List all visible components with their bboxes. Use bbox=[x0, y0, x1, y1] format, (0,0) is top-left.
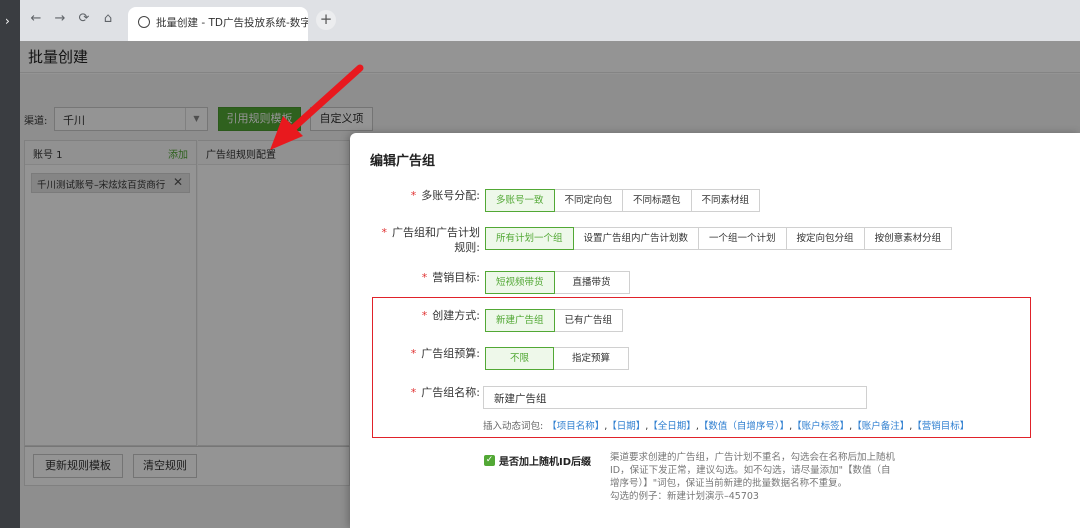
help-line: 增序号）】"词包，保证当前新建的批量数据名称不重复。 bbox=[610, 478, 848, 489]
option-different-titles[interactable]: 不同标题包 bbox=[623, 189, 692, 212]
group-rule-label: * 广告组和广告计划 规则: bbox=[350, 225, 481, 255]
annotation-highlight-box bbox=[372, 297, 1031, 438]
reload-icon[interactable]: ⟳ bbox=[76, 11, 92, 27]
random-id-checkbox[interactable]: ✓ bbox=[484, 455, 495, 466]
help-line: 渠道要求创建的广告组，广告计划不重名，勾选会在名称后加上随机 bbox=[610, 452, 896, 463]
forward-icon[interactable]: → bbox=[52, 11, 68, 27]
chevron-right-icon: › bbox=[5, 14, 10, 28]
option-plans-per-group[interactable]: 设置广告组内广告计划数 bbox=[573, 227, 700, 250]
group-rule-label-line2: 规则: bbox=[454, 241, 480, 254]
marketing-goal-label: * 营销目标: bbox=[350, 270, 480, 285]
option-live-stream[interactable]: 直播带货 bbox=[554, 271, 630, 294]
option-different-targeting[interactable]: 不同定向包 bbox=[554, 189, 624, 212]
random-id-label[interactable]: 是否加上随机ID后缀 bbox=[499, 453, 591, 468]
option-different-materials[interactable]: 不同素材组 bbox=[691, 189, 761, 212]
new-tab-button[interactable]: + bbox=[316, 10, 336, 30]
drawer-title: 编辑广告组 bbox=[370, 154, 436, 169]
group-rule-segmented: 所有计划一个组 设置广告组内广告计划数 一个组一个计划 按定向包分组 按创意素材… bbox=[485, 227, 953, 250]
marketing-goal-label-text: 营销目标: bbox=[432, 271, 480, 284]
help-example: 勾选的例子：新建计划演示–45703 bbox=[610, 491, 759, 502]
multi-account-segmented: 多账号一致 不同定向包 不同标题包 不同素材组 bbox=[485, 189, 761, 212]
option-short-video[interactable]: 短视频带货 bbox=[485, 271, 555, 294]
option-group-by-creative[interactable]: 按创意素材分组 bbox=[864, 227, 953, 250]
option-same-for-all-accounts[interactable]: 多账号一致 bbox=[485, 189, 555, 212]
required-mark: * bbox=[421, 271, 428, 284]
group-rule-label-line1: 广告组和广告计划 bbox=[392, 226, 480, 239]
browser-tab[interactable]: 批量创建 - TD广告投放系统-数字化 bbox=[128, 7, 308, 41]
marketing-goal-segmented: 短视频带货 直播带货 bbox=[485, 271, 630, 294]
back-icon[interactable]: ← bbox=[28, 11, 44, 27]
multi-account-label: * 多账号分配: bbox=[350, 188, 480, 203]
edit-ad-group-drawer: 编辑广告组 * 多账号分配: 多账号一致 不同定向包 不同标题包 不同素材组 * 广… bbox=[350, 133, 1080, 528]
required-mark: * bbox=[410, 189, 417, 202]
side-panel-handle[interactable]: › bbox=[0, 0, 20, 528]
random-id-help: 渠道要求创建的广告组，广告计划不重名，勾选会在名称后加上随机 ID，保证下发正常… bbox=[610, 451, 922, 503]
help-line: ID，保证下发正常，建议勾选。如不勾选，请尽量添加"【数值（自 bbox=[610, 465, 891, 476]
option-group-by-targeting[interactable]: 按定向包分组 bbox=[786, 227, 865, 250]
option-all-plans-one-group[interactable]: 所有计划一个组 bbox=[485, 227, 574, 250]
option-one-plan-per-group[interactable]: 一个组一个计划 bbox=[699, 227, 787, 250]
tab-title: 批量创建 - TD广告投放系统-数字化 bbox=[156, 17, 308, 29]
required-mark: * bbox=[381, 226, 388, 239]
browser-toolbar: ← → ⟳ ⌂ 批量创建 - TD广告投放系统-数字化 + bbox=[0, 0, 1080, 41]
globe-icon bbox=[138, 16, 150, 28]
multi-account-label-text: 多账号分配: bbox=[421, 189, 480, 202]
home-icon[interactable]: ⌂ bbox=[100, 11, 116, 27]
